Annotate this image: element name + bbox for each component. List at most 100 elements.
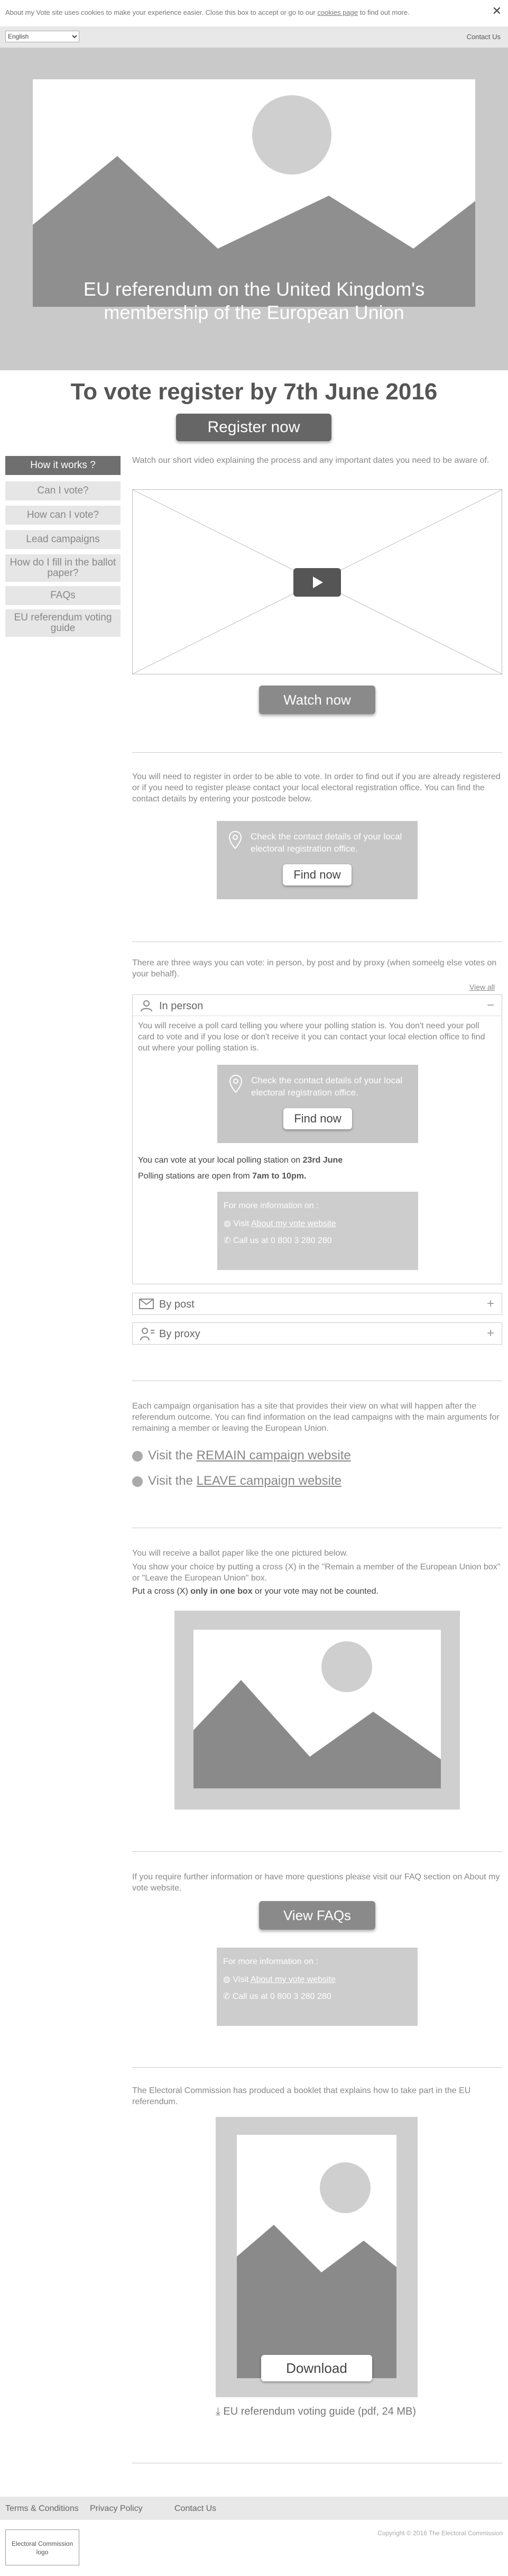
globe-icon — [132, 1476, 143, 1487]
divider — [132, 2067, 502, 2068]
privacy-link[interactable]: Privacy Policy — [90, 2504, 143, 2514]
collapse-icon[interactable]: − — [487, 998, 494, 1013]
booklet-text: The Electoral Commission has produced a … — [132, 2086, 471, 2106]
sidebar-item-lead-campaigns[interactable]: Lead campaigns — [5, 530, 121, 549]
polling-date-text: You can vote at your local polling stati… — [138, 1155, 497, 1166]
leave-campaign-link[interactable]: LEAVE campaign website — [197, 1474, 341, 1488]
download-button[interactable]: Download — [261, 2355, 372, 2381]
cookies-page-link[interactable]: cookies page — [317, 8, 358, 16]
polling-hours: 7am to 10pm. — [252, 1172, 307, 1181]
find-office-text: Check the contact details of your local … — [251, 1075, 403, 1098]
expand-icon[interactable]: + — [487, 1326, 494, 1341]
register-deadline-heading: To vote register by 7th June 2016 — [70, 379, 438, 405]
remain-prefix: Visit the — [148, 1448, 197, 1463]
top-bar: English Contact Us — [0, 26, 508, 48]
watch-now-button[interactable]: Watch now — [259, 686, 375, 714]
booklet-cover-image: Download — [216, 2117, 418, 2397]
cookie-banner: About my Vote site uses cookies to make … — [0, 0, 508, 26]
accordion-label-by-post: By post — [159, 1299, 195, 1310]
hero-image-icon — [33, 79, 475, 307]
visit-prefix: Visit — [233, 1975, 251, 1984]
leave-prefix: Visit the — [148, 1474, 197, 1488]
language-select[interactable]: English — [5, 31, 79, 42]
ballot-line-3-suffix: or your vote may not be counted. — [252, 1587, 378, 1596]
sidebar-item-can-i-vote[interactable]: Can I vote? — [5, 481, 121, 500]
find-office-box-in-person: Check the contact details of your local … — [217, 1065, 418, 1143]
contact-us-link[interactable]: Contact Us — [467, 33, 501, 41]
more-info-label: For more information on : — [224, 1201, 319, 1210]
location-pin-icon — [228, 830, 242, 849]
about-my-vote-link[interactable]: About my vote website — [251, 1219, 336, 1228]
accordion-by-post[interactable]: By post + — [132, 1293, 502, 1315]
ballot-line-1: You will receive a ballot paper like the… — [132, 1549, 348, 1558]
call-text: Call us at 0 800 3 280 280 — [232, 1992, 331, 2001]
find-office-text: Check the contact details of your local … — [251, 832, 402, 854]
electoral-commission-logo: Electoral Commission logo — [5, 2529, 79, 2565]
play-icon[interactable] — [293, 568, 341, 597]
cookie-message: About my Vote site uses cookies to make … — [5, 8, 318, 16]
accordion-label-by-proxy: By proxy — [159, 1328, 200, 1340]
cookie-text: About my Vote site uses cookies to make … — [5, 8, 410, 16]
faq-text: If you require further information or ha… — [132, 1872, 500, 1893]
download-icon: ⤓ — [216, 2406, 224, 2417]
more-info-label: For more information on : — [223, 1957, 318, 1966]
ballot-line-3-prefix: Put a cross (X) — [132, 1587, 191, 1596]
remain-campaign-link[interactable]: REMAIN campaign website — [197, 1448, 351, 1463]
polling-hours-text: Polling stations are open from 7am to 10… — [138, 1171, 497, 1182]
accordion-label-in-person: In person — [159, 1000, 204, 1012]
sidebar-item-faqs[interactable]: FAQs — [5, 586, 121, 605]
person-icon — [141, 1000, 152, 1012]
accordion-by-proxy[interactable]: By proxy + — [132, 1322, 502, 1345]
find-now-button-in-person[interactable]: Find now — [283, 1108, 352, 1129]
terms-link[interactable]: Terms & Conditions — [5, 2504, 79, 2514]
hero-title: EU referendum on the United Kingdom's me… — [83, 278, 425, 323]
globe-icon — [132, 1450, 143, 1461]
accordion-header-in-person[interactable]: In person − — [133, 995, 502, 1016]
footer: Terms & Conditions Privacy Policy Contac… — [0, 2497, 508, 2576]
view-faqs-button[interactable]: View FAQs — [259, 1901, 375, 1930]
globe-icon: ◍ — [224, 1219, 234, 1228]
video-player[interactable] — [132, 489, 502, 674]
leave-campaign-line: Visit the LEAVE campaign website — [132, 1474, 341, 1488]
campaigns-text: Each campaign organisation has a site th… — [132, 1402, 500, 1433]
proxy-icon — [140, 1328, 154, 1341]
close-icon[interactable]: ✕ — [492, 4, 502, 18]
divider — [132, 752, 502, 753]
about-my-vote-link[interactable]: About my vote website — [251, 1975, 336, 1984]
hero-image-placeholder — [33, 79, 475, 307]
more-info-box-in-person: For more information on : ◍ Visit About … — [217, 1192, 418, 1270]
find-office-box: Check the contact details of your local … — [217, 821, 418, 899]
expand-icon[interactable]: + — [487, 1296, 494, 1311]
sidebar-item-voting-guide[interactable]: EU referendum voting guide — [5, 609, 121, 637]
voting-guide-link[interactable]: EU referendum voting guide (pdf, 24 MB) — [223, 2406, 416, 2417]
visit-line: ◍ Visit About my vote website — [224, 1218, 336, 1229]
register-now-button[interactable]: Register now — [176, 414, 331, 441]
divider — [132, 1851, 502, 1852]
ballot-line-3-bold: only in one box — [190, 1587, 253, 1596]
visit-line: ◍ Visit About my vote website — [223, 1974, 336, 1985]
sidebar-item-ballot-paper[interactable]: How do I fill in the ballot paper? — [5, 554, 121, 582]
find-now-button[interactable]: Find now — [283, 864, 352, 885]
remain-campaign-line: Visit the REMAIN campaign website — [132, 1448, 351, 1463]
ballot-paper-image — [174, 1611, 460, 1810]
cookie-suffix: to find out more. — [358, 8, 410, 16]
copyright-text: Copyright © 2016 The Electoral Commissio… — [377, 2529, 503, 2537]
polling-date: 23rd June — [302, 1156, 343, 1165]
sidebar-item-how-it-works[interactable]: How it works ? — [5, 456, 121, 475]
envelope-icon — [139, 1299, 154, 1309]
voting-guide-link-line[interactable]: ⤓ EU referendum voting guide (pdf, 24 MB… — [216, 2406, 416, 2418]
polling-date-prefix: You can vote at your local polling stati… — [138, 1156, 303, 1165]
register-info-text: You will need to register in order to be… — [132, 772, 501, 803]
more-info-box-faq: For more information on : ◍ Visit About … — [217, 1948, 418, 2026]
sidebar-item-how-can-i-vote[interactable]: How can I vote? — [5, 506, 121, 525]
view-all-link[interactable]: View all — [469, 983, 495, 991]
call-text: Call us at 0 800 3 280 280 — [233, 1236, 332, 1245]
accordion-in-person: In person − You will receive a poll card… — [132, 994, 502, 1284]
call-line: ✆ Call us at 0 800 3 280 280 — [223, 1991, 331, 2002]
video-intro-text: Watch our short video explaining the pro… — [132, 456, 489, 465]
ballot-line-3: Put a cross (X) only in one box or your … — [132, 1586, 502, 1597]
ways-to-vote-text: There are three ways you can vote: in pe… — [132, 958, 497, 979]
location-pin-icon — [229, 1074, 243, 1093]
globe-icon: ◍ — [223, 1975, 233, 1984]
footer-contact-link[interactable]: Contact Us — [174, 2504, 216, 2514]
